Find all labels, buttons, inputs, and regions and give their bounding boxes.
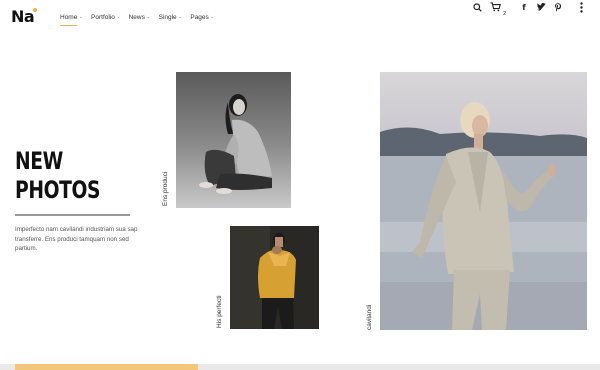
nav-item-single[interactable]: Single ⌄: [159, 13, 183, 22]
twitter-icon[interactable]: [535, 0, 547, 14]
hero-title: NEW PHOTOS: [15, 147, 101, 205]
more-icon[interactable]: [575, 0, 587, 14]
facebook-icon[interactable]: f: [518, 0, 530, 14]
photo-caption-3: cavilandi: [366, 304, 373, 330]
hero-description: Imperfecto nam cavilandi industriam sua …: [15, 226, 138, 252]
chevron-down-icon: ⌄: [210, 14, 215, 20]
nav-item-label: Home: [60, 14, 78, 26]
cart-icon[interactable]: [488, 0, 502, 14]
pinterest-icon[interactable]: [552, 0, 564, 14]
site-header: Na Home ⌄ Portfolio ⌄ News ⌄ Single ⌄ Pa…: [0, 0, 600, 36]
photo-man-yellow-jacket[interactable]: [230, 226, 319, 329]
chevron-down-icon: ⌄: [178, 14, 183, 20]
nav-item-label: News: [128, 14, 145, 21]
nav-item-label: Portfolio: [91, 14, 115, 21]
hero-title-line-2: PHOTOS: [15, 176, 101, 204]
footer-accent-bar: [15, 364, 198, 370]
photo-seated-woman[interactable]: [176, 72, 291, 208]
nav-item-home[interactable]: Home ⌄: [60, 13, 84, 26]
chevron-down-icon: ⌄: [78, 14, 84, 20]
logo-accent-dot: [33, 8, 37, 12]
chevron-down-icon: ⌄: [116, 14, 121, 20]
search-icon[interactable]: [470, 0, 484, 14]
site-logo[interactable]: Na: [11, 8, 35, 26]
photo-woman-at-water[interactable]: [380, 72, 587, 330]
nav-item-label: Pages: [190, 14, 209, 21]
cart-count-badge: 2: [503, 11, 507, 17]
main-nav: Home ⌄ Portfolio ⌄ News ⌄ Single ⌄ Pages…: [60, 13, 223, 26]
nav-item-pages[interactable]: Pages ⌄: [190, 13, 214, 22]
hero-divider: [15, 214, 130, 216]
nav-item-label: Single: [158, 14, 177, 21]
nav-item-news[interactable]: News ⌄: [129, 13, 151, 22]
nav-item-portfolio[interactable]: Portfolio ⌄: [91, 13, 121, 22]
photo-caption-1: Ens produci: [162, 171, 169, 206]
hero-title-line-1: NEW: [15, 147, 63, 175]
photo-caption-2: His perfecti: [216, 295, 223, 328]
chevron-down-icon: ⌄: [146, 14, 151, 20]
